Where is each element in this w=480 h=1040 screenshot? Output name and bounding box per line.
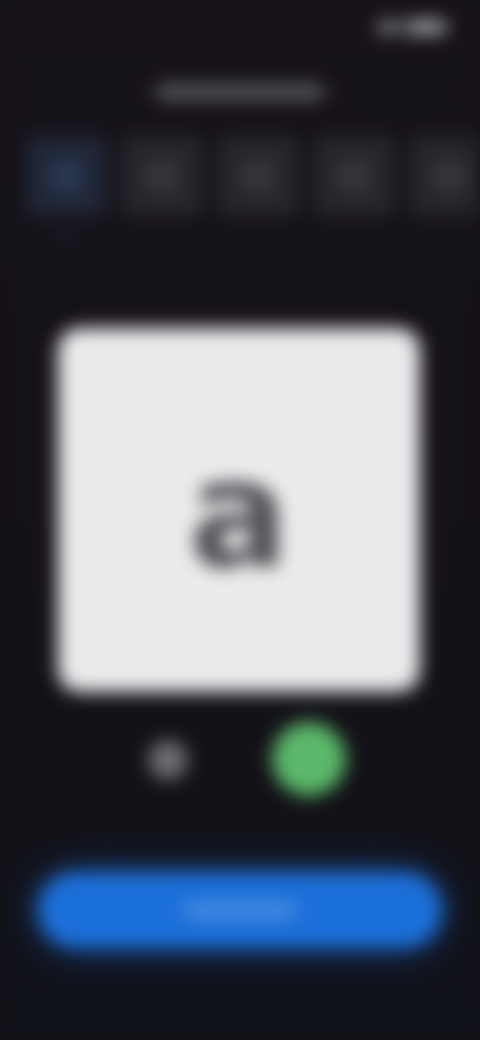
battery-icon: [406, 20, 446, 34]
thumbnail-icon: [241, 159, 275, 193]
status-bar: [0, 18, 480, 44]
thumbnail-item[interactable]: [313, 135, 395, 217]
app-screen: a: [0, 0, 480, 1040]
preview-card[interactable]: a: [58, 328, 420, 692]
thumbnail-item[interactable]: [121, 135, 203, 217]
thumbnail-icon: [433, 159, 467, 193]
thumbnail-item[interactable]: [409, 135, 480, 217]
signal-icon: [378, 21, 400, 33]
controls-row: [0, 722, 480, 802]
primary-button[interactable]: [38, 872, 442, 948]
green-circle-icon[interactable]: [272, 722, 346, 796]
page-title: [150, 78, 330, 104]
primary-button-label-placeholder: [183, 902, 297, 918]
thumbnail-icon: [145, 159, 179, 193]
thumbnail-icon: [337, 159, 371, 193]
thumbnail-strip: [25, 135, 480, 241]
selected-indicator: [63, 233, 71, 241]
preview-glyph: a: [188, 428, 290, 602]
thumbnail-icon: [49, 159, 83, 193]
thumbnail-item[interactable]: [217, 135, 299, 217]
status-icons: [378, 20, 446, 34]
thumbnail-item[interactable]: [25, 135, 107, 241]
dot-icon[interactable]: [148, 740, 188, 780]
